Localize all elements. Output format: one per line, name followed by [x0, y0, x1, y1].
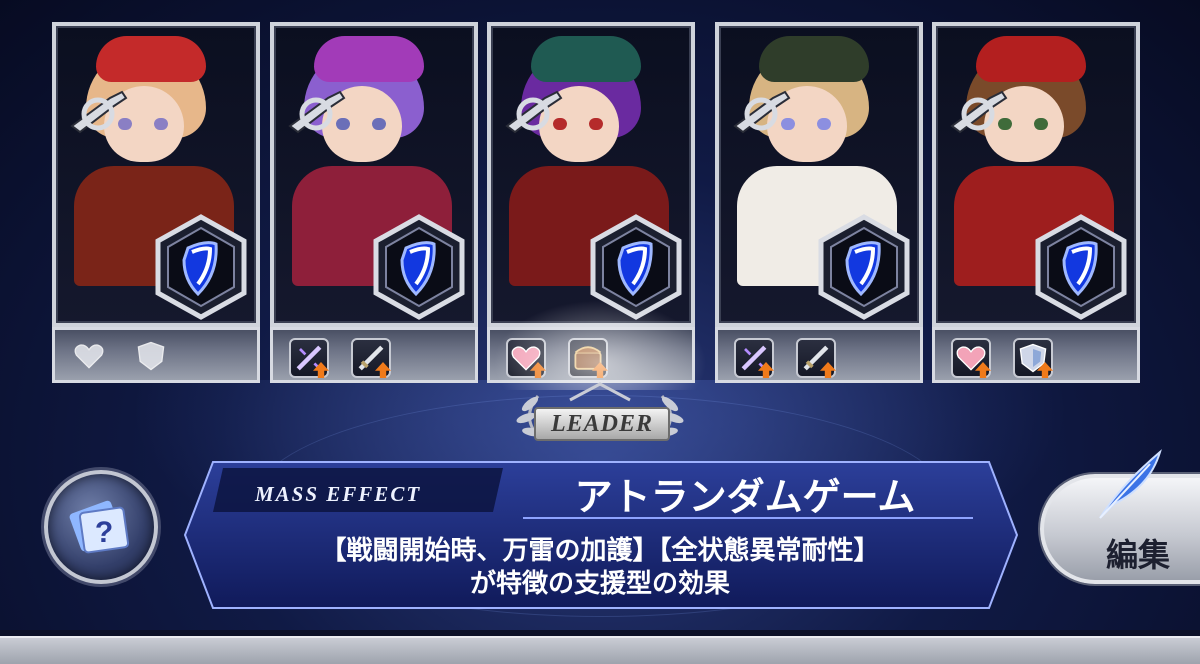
skill-strip: [715, 327, 923, 383]
shield-role-icon: [817, 214, 911, 320]
character-portrait[interactable]: [270, 22, 478, 327]
svg-text:?: ?: [95, 516, 113, 549]
character-hat: [96, 36, 206, 82]
leader-glow: [493, 300, 707, 390]
sword-up-icon[interactable]: [351, 338, 391, 378]
bottom-bar: [0, 630, 1200, 664]
gun-icon: [288, 88, 346, 136]
gun-icon: [733, 88, 791, 136]
sword-magic-up-icon[interactable]: [734, 338, 774, 378]
card-question-icon: ?: [69, 500, 130, 554]
skill-strip: [270, 327, 478, 383]
skill-strip: [52, 327, 260, 383]
gun-icon: [950, 88, 1008, 136]
character-eye: [372, 118, 386, 130]
mass-effect-name: アトランダムゲーム: [574, 475, 916, 519]
mass-effect-header: MASS EFFECT: [255, 482, 422, 506]
gun-icon: [70, 88, 128, 136]
shield-up-icon[interactable]: [133, 338, 173, 378]
character-portrait[interactable]: [487, 22, 695, 327]
shield-role-icon: [1034, 214, 1128, 320]
character-eye: [589, 118, 603, 130]
edit-label: 編集: [1105, 536, 1170, 574]
character-hat: [759, 36, 869, 82]
character-hat: [976, 36, 1086, 82]
heart-up-icon[interactable]: [71, 338, 111, 378]
gun-icon: [505, 88, 563, 136]
mass-effect-description-line2: が特徴の支援型の効果: [469, 569, 730, 599]
character-hat: [314, 36, 424, 82]
character-portrait[interactable]: [932, 22, 1140, 327]
character-eye: [1034, 118, 1048, 130]
mass-effect-description-line1: 【戦闘開始時、万雷の加護】【全状態異常耐性】: [320, 536, 880, 566]
card-help-button[interactable]: ?: [44, 470, 158, 584]
sword-up-icon[interactable]: [796, 338, 836, 378]
shield-up-icon[interactable]: [1013, 338, 1053, 378]
leader-label: LEADER: [534, 407, 670, 441]
sword-magic-up-icon[interactable]: [289, 338, 329, 378]
character-portrait[interactable]: [715, 22, 923, 327]
shield-role-icon: [154, 214, 248, 320]
character-eye: [817, 118, 831, 130]
mass-effect-description: 【戦闘開始時、万雷の加護】【全状態異常耐性】 が特徴の支援型の効果: [205, 535, 995, 605]
quill-icon: [1099, 449, 1162, 519]
character-hat: [531, 36, 641, 82]
character-eye: [154, 118, 168, 130]
skill-strip: [932, 327, 1140, 383]
character-portrait[interactable]: [52, 22, 260, 327]
shield-role-icon: [372, 214, 466, 320]
heart-up-icon[interactable]: [951, 338, 991, 378]
